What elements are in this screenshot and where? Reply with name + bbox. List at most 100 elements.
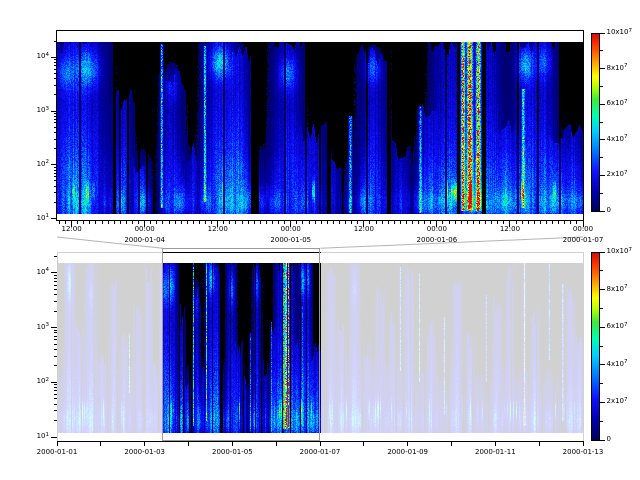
y-minor-tick	[54, 301, 57, 302]
overview-colorbar-minor-tick	[600, 308, 603, 309]
y-minor-tick	[54, 65, 57, 66]
y-minor-tick	[54, 365, 57, 366]
y-tick-label-exp: 3	[46, 322, 50, 328]
detail-x-minor-tick	[302, 221, 303, 224]
detail-x-minor-tick	[570, 221, 571, 224]
overview-x-day-tick	[144, 442, 145, 447]
y-minor-tick	[54, 132, 57, 133]
detail-x-minor-tick	[266, 221, 267, 224]
detail-x-minor-tick	[455, 221, 456, 224]
detail-x-minor-tick	[327, 221, 328, 224]
y-major-tick	[51, 57, 57, 58]
colorbar-tick-label-base: 0	[607, 206, 611, 214]
date-tick-label: 2000-01-07	[563, 236, 604, 245]
date-tick-label: 2000-01-11	[475, 448, 516, 457]
colorbar-tick-label-exp: 7	[624, 99, 628, 105]
detail-x-minor-tick	[132, 221, 133, 224]
time-tick-label: 00:00	[135, 225, 155, 234]
detail-x-minor-tick	[564, 221, 565, 224]
overview-colorbar-minor-tick	[600, 421, 603, 422]
detail-x-minor-tick	[296, 221, 297, 224]
overview-x-day-tick	[100, 442, 101, 447]
overview-x-day-tick	[451, 442, 452, 447]
detail-x-minor-tick	[181, 221, 182, 224]
detail-colorbar-minor-tick	[600, 193, 603, 194]
y-tick-label-base: 10	[37, 52, 46, 60]
overview-colorbar-minor-tick	[600, 346, 603, 347]
y-tick-label-base: 10	[37, 323, 46, 331]
y-minor-tick	[54, 384, 57, 385]
zoom-selection-box[interactable]	[162, 248, 320, 441]
time-tick-label: 12:00	[354, 225, 374, 234]
detail-x-minor-tick	[150, 221, 151, 224]
detail-x-minor-tick	[467, 221, 468, 224]
y-minor-tick	[54, 404, 57, 405]
detail-x-minor-tick	[388, 221, 389, 224]
colorbar-tick-label: 4x107	[607, 360, 628, 370]
y-minor-tick	[54, 180, 57, 181]
detail-x-minor-tick	[491, 221, 492, 224]
y-minor-tick	[54, 349, 57, 350]
y-minor-tick	[54, 139, 57, 140]
y-tick-label: 103	[22, 106, 49, 116]
colorbar-tick-label-base: 4x10	[607, 360, 625, 368]
detail-colorbar-major-tick	[600, 175, 605, 176]
overview-x-day-tick	[188, 442, 189, 447]
y-tick-label: 104	[22, 52, 49, 62]
y-minor-tick	[54, 167, 57, 168]
y-minor-tick	[54, 62, 57, 63]
detail-x-minor-tick	[138, 221, 139, 224]
time-tick-label: 12:00	[208, 225, 228, 234]
y-tick-label: 103	[22, 323, 49, 333]
overview-colorbar-major-tick	[600, 440, 605, 441]
y-minor-tick	[54, 410, 57, 411]
detail-colorbar-major-tick	[600, 211, 605, 212]
detail-x-minor-tick	[229, 221, 230, 224]
detail-x-minor-tick	[321, 221, 322, 224]
y-tick-label-base: 10	[37, 377, 46, 385]
date-tick-label: 2000-01-01	[37, 448, 78, 457]
y-minor-tick	[54, 339, 57, 340]
detail-x-minor-tick	[156, 221, 157, 224]
y-major-tick	[51, 272, 57, 273]
detail-x-minor-tick	[576, 221, 577, 224]
overview-colorbar-major-tick	[600, 402, 605, 403]
y-tick-label-base: 10	[37, 268, 46, 276]
y-minor-tick	[54, 336, 57, 337]
detail-x-minor-tick	[89, 221, 90, 224]
overview-colorbar-minor-tick	[600, 383, 603, 384]
colorbar-gradient	[592, 34, 599, 212]
detail-x-minor-tick	[479, 221, 480, 224]
y-minor-tick	[54, 275, 57, 276]
detail-x-minor-tick	[473, 221, 474, 224]
colorbar-tick-label-base: 2x10	[607, 170, 625, 178]
y-minor-tick	[54, 59, 57, 60]
date-tick-label: 2000-01-04	[124, 236, 165, 245]
colorbar-tick-label-exp: 7	[624, 397, 628, 403]
y-minor-tick	[54, 420, 57, 421]
y-tick-label: 101	[22, 214, 49, 224]
date-tick-label: 2000-01-06	[417, 236, 458, 245]
detail-x-minor-tick	[260, 221, 261, 224]
detail-x-minor-tick	[114, 221, 115, 224]
y-minor-tick	[54, 176, 57, 177]
detail-x-minor-tick	[309, 221, 310, 224]
detail-x-minor-tick	[65, 221, 66, 224]
y-minor-tick	[54, 202, 57, 203]
detail-heatmap-canvas[interactable]	[57, 42, 583, 214]
colorbar-tick-label-base: 8x10	[607, 285, 625, 293]
colorbar-tick-label-exp: 7	[624, 284, 628, 290]
y-minor-tick	[54, 116, 57, 117]
detail-x-minor-tick	[376, 221, 377, 224]
y-minor-tick	[54, 170, 57, 171]
colorbar-tick-label-exp: 7	[624, 63, 628, 69]
detail-x-minor-tick	[449, 221, 450, 224]
detail-x-minor-tick	[83, 221, 84, 224]
y-minor-tick	[54, 281, 57, 282]
y-minor-tick	[54, 192, 57, 193]
y-tick-label: 101	[22, 432, 49, 442]
detail-x-minor-tick	[175, 221, 176, 224]
detail-colorbar-major-tick	[600, 139, 605, 140]
overview-x-day-tick	[495, 442, 496, 447]
detail-x-minor-tick	[552, 221, 553, 224]
